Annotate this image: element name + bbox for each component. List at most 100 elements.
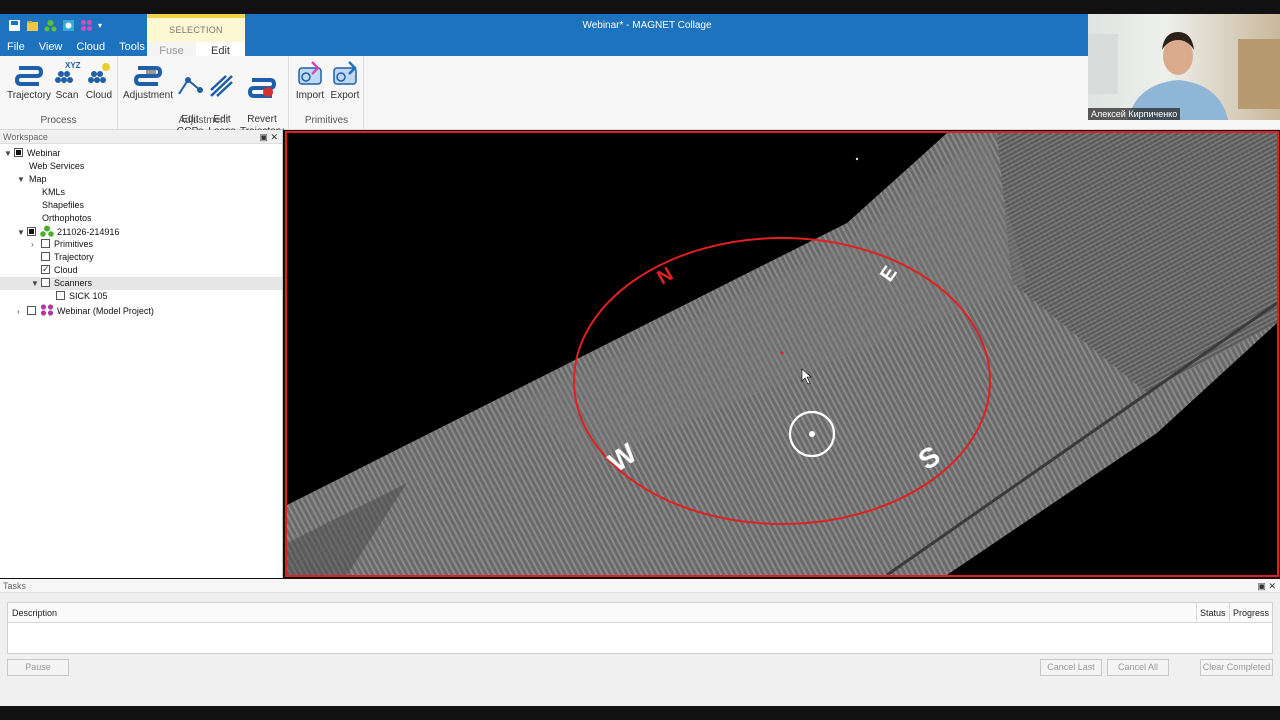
scan-label: Scan <box>55 90 79 101</box>
chevron-right-icon[interactable]: › <box>17 305 27 318</box>
main-menu: File View Cloud Tools <box>0 38 152 56</box>
tasks-pin-icon[interactable]: ▣ <box>1257 581 1266 591</box>
ribbon-group-process: Trajectory XYZ Scan Cloud Process <box>0 56 118 130</box>
pin-icon[interactable]: ▣ <box>259 132 268 142</box>
menu-file[interactable]: File <box>0 38 32 56</box>
menu-tools[interactable]: Tools <box>112 38 152 56</box>
tasks-header: Tasks ▣ ✕ <box>0 579 1280 593</box>
checkbox-cloud[interactable] <box>41 263 50 276</box>
checkbox-webinar[interactable] <box>14 148 23 157</box>
chevron-down-icon[interactable]: ▼ <box>31 277 41 290</box>
tree-item-scanners[interactable]: ▼ Scanners <box>0 277 282 290</box>
workspace-title: Workspace <box>3 132 48 142</box>
dataset-icon <box>40 225 54 237</box>
edit-gcps-icon <box>178 77 203 95</box>
tasks-title: Tasks <box>3 581 27 591</box>
export-label: Export <box>330 90 360 101</box>
edit-gcps-button[interactable]: Edit GCPs <box>175 60 205 138</box>
revert-trajectory-button[interactable]: Revert Trajectory <box>239 60 285 138</box>
save-icon[interactable] <box>8 19 21 32</box>
close-icon[interactable]: ✕ <box>270 132 278 142</box>
quick-access-toolbar: ▾ <box>8 18 104 32</box>
column-status[interactable]: Status <box>1200 603 1226 623</box>
tree-label: Primitives <box>54 239 94 249</box>
export-button[interactable]: Export <box>328 60 362 102</box>
chevron-down-icon[interactable]: ▼ <box>17 226 27 239</box>
webcam-overlay: Алексей Кирпиченко <box>1088 14 1280 120</box>
adjustment-icon <box>134 66 162 86</box>
cloud-button[interactable]: Cloud <box>84 60 114 102</box>
ribbon-group-adjustment: Adjustment Edit GCPs Edit Loops Revert T… <box>119 56 289 137</box>
tree-label: Orthophotos <box>42 213 92 223</box>
clear-completed-button[interactable]: Clear Completed <box>1200 659 1273 676</box>
primitives-group-label: Primitives <box>304 115 349 126</box>
import-label: Import <box>295 90 325 101</box>
edit-loops-button[interactable]: Edit Loops <box>207 60 237 138</box>
adjustment-group-label: Adjustment <box>178 115 229 126</box>
webcam-name-label: Алексей Кирпиченко <box>1088 108 1181 120</box>
selection-group-title: SELECTION <box>169 25 223 35</box>
checkbox-trajectory[interactable] <box>41 252 50 261</box>
adjustment-button[interactable]: Adjustment <box>123 60 173 102</box>
point-cloud-viewport[interactable]: N E S W <box>285 131 1279 577</box>
tree-item-orthophotos[interactable]: Orthophotos <box>42 212 92 225</box>
tree-label: KMLs <box>42 187 66 197</box>
checkbox-model-project[interactable] <box>27 306 36 315</box>
tree-item-primitives[interactable]: › Primitives <box>31 238 93 251</box>
tree-label: Webinar <box>27 148 61 158</box>
customize-dropdown-icon[interactable]: ▾ <box>98 19 104 32</box>
scan-button[interactable]: XYZ Scan <box>52 60 82 102</box>
trajectory-button[interactable]: Trajectory <box>6 60 52 102</box>
process-group-label: Process <box>40 115 77 126</box>
pause-button[interactable]: Pause <box>7 659 69 676</box>
cancel-all-button[interactable]: Cancel All <box>1107 659 1169 676</box>
tree-item-sick-105[interactable]: SICK 105 <box>56 290 108 303</box>
tree-label: SICK 105 <box>69 291 108 301</box>
cancel-last-button[interactable]: Cancel Last <box>1040 659 1102 676</box>
tasks-close-icon[interactable]: ✕ <box>1268 581 1276 591</box>
tree-item-cloud[interactable]: Cloud <box>41 263 78 277</box>
tree-item-webinar[interactable]: ▼ Webinar <box>4 147 60 160</box>
checkbox-sick-105[interactable] <box>56 291 65 300</box>
column-progress[interactable]: Progress <box>1233 603 1269 623</box>
chevron-right-icon[interactable]: › <box>31 238 41 251</box>
project-tree-icon[interactable] <box>44 19 57 32</box>
tree-label: Trajectory <box>54 252 94 262</box>
menu-view[interactable]: View <box>32 38 70 56</box>
workspace-header: Workspace ▣ ✕ <box>0 130 282 144</box>
scan-icon: XYZ <box>55 61 81 83</box>
checkbox-dataset[interactable] <box>27 227 36 236</box>
trajectory-label: Trajectory <box>6 90 52 101</box>
tree-label: Cloud <box>54 265 78 275</box>
open-project-icon[interactable] <box>26 19 39 32</box>
tasks-panel: Tasks ▣ ✕ Description Status Progress Pa… <box>0 579 1280 706</box>
model-project-icon[interactable] <box>80 19 93 32</box>
column-description[interactable]: Description <box>12 603 57 623</box>
tree-item-shapefiles[interactable]: Shapefiles <box>42 199 84 212</box>
tree-label: 211026-214916 <box>57 227 120 237</box>
bottom-letterbox <box>0 706 1280 720</box>
chevron-down-icon[interactable]: ▼ <box>17 173 27 186</box>
network-icon[interactable] <box>62 19 75 32</box>
selection-context-group: SELECTION Fuse Edit <box>147 14 245 60</box>
tree-item-kmls[interactable]: KMLs <box>42 186 65 199</box>
checkbox-primitives[interactable] <box>41 239 50 248</box>
tree-label: Webinar (Model Project) <box>57 306 154 316</box>
tree-item-map[interactable]: ▼ Map <box>17 173 47 186</box>
import-button[interactable]: Import <box>293 60 327 102</box>
menu-cloud[interactable]: Cloud <box>69 38 112 56</box>
tree-item-model-project[interactable]: › Webinar (Model Project) <box>17 304 154 317</box>
tree-label: Map <box>29 174 47 184</box>
import-icon <box>298 61 322 85</box>
export-icon <box>333 61 357 85</box>
app-window: ▾ File View Cloud Tools SELECTION Fuse E… <box>0 0 1280 720</box>
workspace-panel: Workspace ▣ ✕ ▼ Webinar Web Services ▼ Map… <box>0 130 283 578</box>
tree-item-dataset[interactable]: ▼ 211026-214916 <box>17 225 119 238</box>
window-title: Webinar* - MAGNET Collage <box>582 20 712 31</box>
tree-label: Scanners <box>54 278 93 288</box>
checkbox-scanners[interactable] <box>41 278 50 287</box>
cloud-icon <box>88 63 110 83</box>
chevron-down-icon[interactable]: ▼ <box>4 147 14 160</box>
tree-item-web-services[interactable]: Web Services <box>29 160 84 173</box>
revert-trajectory-icon <box>248 78 276 98</box>
